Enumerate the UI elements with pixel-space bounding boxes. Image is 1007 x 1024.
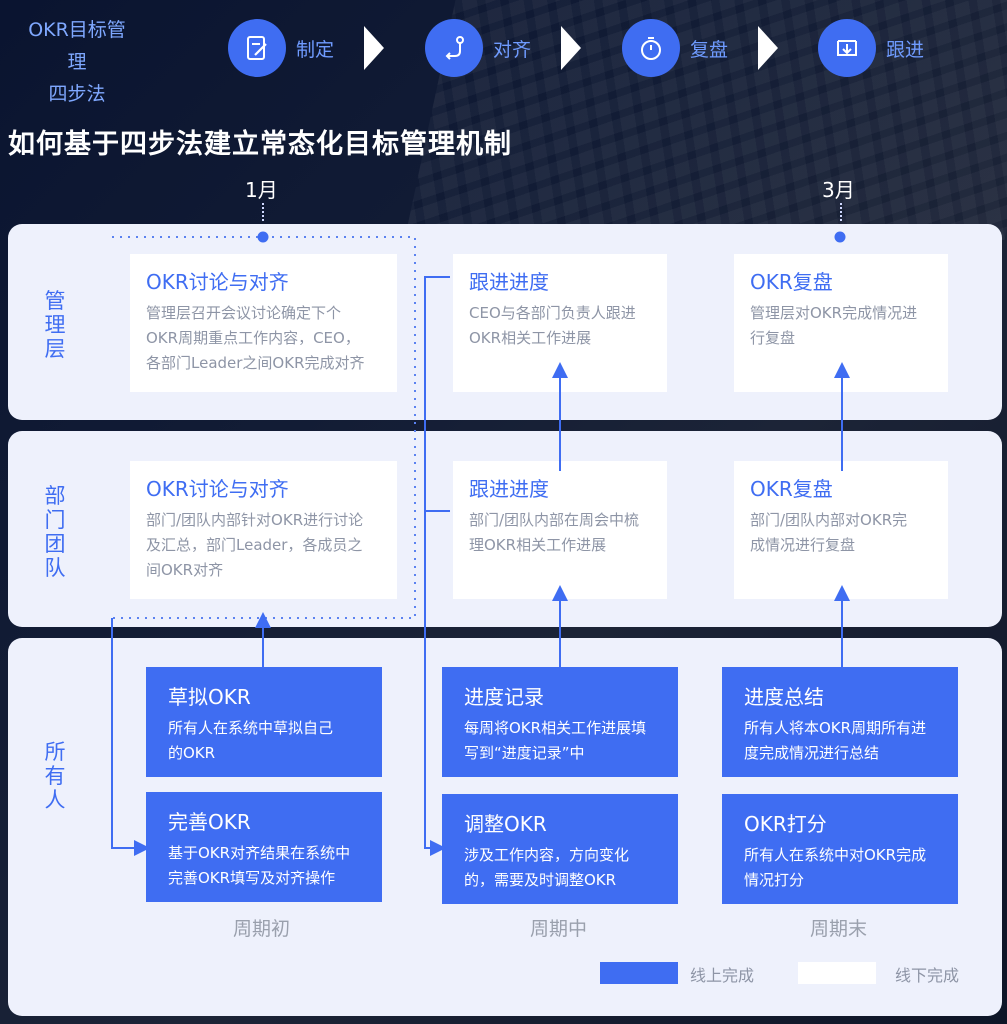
step-label-follow-up: 跟进 bbox=[886, 38, 925, 61]
card-title: OKR复盘 bbox=[750, 477, 833, 501]
steps-title: OKR目标管理 四步法 bbox=[22, 14, 132, 110]
card-adjust-okr: 调整OKR 涉及工作内容，方向变化 的，需要及时调整OKR bbox=[442, 794, 678, 904]
edit-document-icon bbox=[228, 19, 286, 77]
card-desc: 部门/团队内部对OKR完 成情况进行复盘 bbox=[750, 511, 908, 554]
month-jan-dots bbox=[262, 203, 266, 221]
card-title: 跟进进度 bbox=[469, 477, 549, 501]
step-label-align: 对齐 bbox=[493, 38, 532, 61]
step-review: 复盘 bbox=[622, 18, 779, 78]
legend-offline-swatch bbox=[798, 962, 876, 984]
card-title: 完善OKR bbox=[168, 810, 251, 834]
card-mgmt-follow-progress: 跟进进度 CEO与各部门负责人跟进 OKR相关工作进展 bbox=[453, 254, 667, 392]
period-label-start: 周期初 bbox=[233, 918, 291, 940]
card-desc: 所有人将本OKR周期所有进 度完成情况进行总结 bbox=[744, 719, 927, 762]
card-desc: 涉及工作内容，方向变化 的，需要及时调整OKR bbox=[464, 846, 630, 889]
month-mar-dots bbox=[840, 203, 844, 221]
card-desc: CEO与各部门负责人跟进 OKR相关工作进展 bbox=[469, 304, 636, 347]
step-follow-up: 跟进 bbox=[818, 18, 924, 78]
card-okr-scoring: OKR打分 所有人在系统中对OKR完成 情况打分 bbox=[722, 794, 958, 904]
card-title: OKR讨论与对齐 bbox=[146, 477, 289, 501]
card-progress-record: 进度记录 每周将OKR相关工作进展填 写到“进度记录”中 bbox=[442, 667, 678, 777]
next-step-arrow-icon bbox=[364, 26, 385, 70]
period-label-end: 周期末 bbox=[810, 918, 868, 940]
month-label-mar: 3月 bbox=[822, 178, 855, 202]
card-title: 跟进进度 bbox=[469, 270, 549, 294]
step-label-define: 制定 bbox=[296, 38, 335, 61]
card-dept-okr-alignment: OKR讨论与对齐 部门/团队内部针对OKR进行讨论 及汇总，部门Leader，各成… bbox=[130, 461, 397, 599]
row-label-management: 管理层 bbox=[44, 289, 66, 361]
card-desc: 所有人在系统中草拟自己 的OKR bbox=[168, 719, 334, 762]
card-title: OKR打分 bbox=[744, 812, 827, 836]
next-step-arrow-icon bbox=[758, 26, 779, 70]
card-dept-follow-progress: 跟进进度 部门/团队内部在周会中梳 理OKR相关工作进展 bbox=[453, 461, 667, 599]
card-desc: 部门/团队内部针对OKR进行讨论 及汇总，部门Leader，各成员之 间OKR对齐 bbox=[146, 511, 364, 579]
row-label-everyone: 所有人 bbox=[44, 740, 66, 812]
card-title: OKR讨论与对齐 bbox=[146, 270, 289, 294]
card-desc: 基于OKR对齐结果在系统中 完善OKR填写及对齐操作 bbox=[168, 844, 351, 887]
card-title: 进度总结 bbox=[744, 685, 824, 709]
card-title: OKR复盘 bbox=[750, 270, 833, 294]
stopwatch-icon bbox=[622, 19, 680, 77]
card-title: 调整OKR bbox=[464, 812, 547, 836]
card-dept-okr-review: OKR复盘 部门/团队内部对OKR完 成情况进行复盘 bbox=[734, 461, 948, 599]
legend-online-label: 线上完成 bbox=[690, 966, 755, 985]
period-label-middle: 周期中 bbox=[530, 918, 588, 940]
card-refine-okr: 完善OKR 基于OKR对齐结果在系统中 完善OKR填写及对齐操作 bbox=[146, 792, 382, 902]
card-title: 草拟OKR bbox=[168, 685, 251, 709]
card-title: 进度记录 bbox=[464, 685, 544, 709]
page-title: 如何基于四步法建立常态化目标管理机制 bbox=[8, 129, 512, 160]
step-label-review: 复盘 bbox=[690, 38, 729, 61]
card-desc: 部门/团队内部在周会中梳 理OKR相关工作进展 bbox=[469, 511, 640, 554]
card-desc: 管理层召开会议讨论确定下个 OKR周期重点工作内容，CEO， 各部门Leader之间… bbox=[146, 304, 365, 372]
row-label-department: 部门团队 bbox=[44, 484, 66, 580]
card-mgmt-okr-review: OKR复盘 管理层对OKR完成情况进 行复盘 bbox=[734, 254, 948, 392]
step-align: 对齐 bbox=[425, 18, 582, 78]
card-desc: 每周将OKR相关工作进展填 写到“进度记录”中 bbox=[464, 719, 647, 762]
legend-online-swatch bbox=[600, 962, 678, 984]
steps-title-line-1: OKR目标管理 bbox=[28, 19, 126, 73]
download-tray-icon bbox=[818, 19, 876, 77]
card-desc: 所有人在系统中对OKR完成 情况打分 bbox=[744, 846, 927, 889]
legend-offline-label: 线下完成 bbox=[895, 966, 960, 985]
steps-title-line-2: 四步法 bbox=[48, 83, 106, 105]
card-mgmt-okr-alignment: OKR讨论与对齐 管理层召开会议讨论确定下个 OKR周期重点工作内容，CEO， 各部… bbox=[130, 254, 397, 392]
card-progress-summary: 进度总结 所有人将本OKR周期所有进 度完成情况进行总结 bbox=[722, 667, 958, 777]
next-step-arrow-icon bbox=[561, 26, 582, 70]
align-route-icon bbox=[425, 19, 483, 77]
card-desc: 管理层对OKR完成情况进 行复盘 bbox=[750, 304, 918, 347]
step-define: 制定 bbox=[228, 18, 385, 78]
card-draft-okr: 草拟OKR 所有人在系统中草拟自己 的OKR bbox=[146, 667, 382, 777]
month-label-jan: 1月 bbox=[245, 178, 278, 202]
